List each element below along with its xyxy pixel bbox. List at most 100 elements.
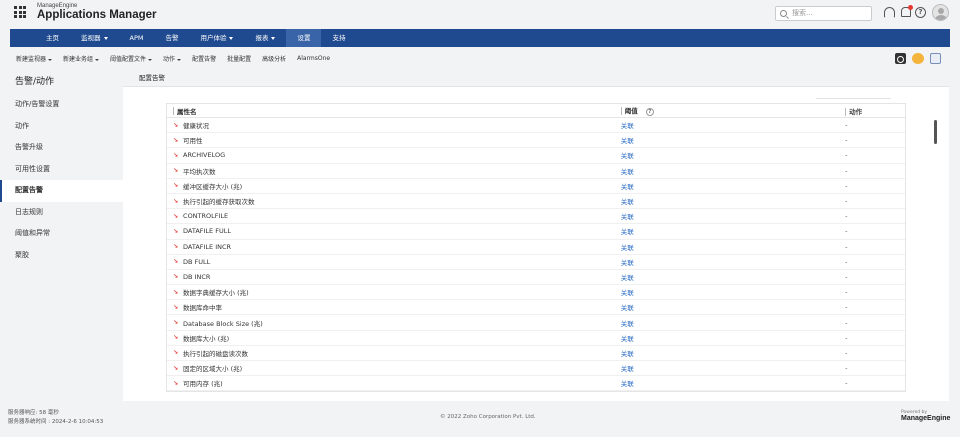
attribute-name[interactable]: CONTROLFILE: [183, 212, 228, 220]
threshold-link[interactable]: 关联: [621, 166, 845, 176]
network-icon[interactable]: [930, 53, 941, 64]
threshold-link[interactable]: 关联: [621, 333, 845, 343]
toolbar-item-3[interactable]: 动作: [163, 54, 181, 63]
nav-item-4[interactable]: 用户体验: [189, 29, 244, 47]
sidebar-item-3[interactable]: 可用性设置: [0, 159, 123, 181]
attribute-cell: ↘ DATAFILE FULL: [167, 227, 621, 235]
sidebar-item-7[interactable]: 聚胶: [0, 245, 123, 267]
palette-icon[interactable]: [912, 53, 924, 64]
toolbar-item-2[interactable]: 阈值配置文件: [110, 54, 152, 63]
attribute-name[interactable]: 数据库大小 (兆): [183, 333, 229, 343]
column-header-attribute[interactable]: 属性名: [167, 106, 621, 116]
toolbar-item-0[interactable]: 新建监视器: [16, 54, 52, 63]
attribute-cell: ↘ 执行引起的缓存获取次数: [167, 196, 621, 207]
toolbar-item-1[interactable]: 新建业务组: [63, 54, 99, 63]
column-header-threshold[interactable]: 阈值?: [620, 105, 845, 116]
sidebar-item-1[interactable]: 动作: [0, 116, 123, 138]
threshold-link[interactable]: 关联: [621, 302, 845, 312]
attribute-name[interactable]: 平均执次数: [183, 166, 216, 176]
attribute-name[interactable]: Database Block Size (兆): [183, 318, 263, 328]
threshold-link[interactable]: 关联: [621, 226, 845, 236]
headset-icon[interactable]: [884, 7, 895, 18]
threshold-link[interactable]: 关联: [621, 363, 845, 373]
vertical-scrollbar[interactable]: [934, 120, 937, 144]
search-input[interactable]: 搜索...: [775, 6, 872, 21]
attribute-cell: ↘ ARCHIVELOG: [167, 151, 621, 159]
attribute-name[interactable]: DATAFILE INCR: [183, 243, 231, 251]
sidebar-item-6[interactable]: 阈值和异常: [0, 223, 123, 245]
toolbar-item-7[interactable]: AlarmsOne: [297, 55, 330, 62]
attribute-name[interactable]: 健康状况: [183, 120, 209, 130]
divider: [816, 98, 891, 99]
sidebar-item-2[interactable]: 告警升级: [0, 137, 123, 159]
table-row: ↘ 执行引起的缓存获取次数 关联 -: [167, 194, 905, 210]
attribute-name[interactable]: 执行引起的磁盘读次数: [183, 348, 248, 358]
table-row: ↘ 数据字典缓存大小 (兆) 关联 -: [167, 285, 905, 301]
attribute-name[interactable]: DB INCR: [183, 273, 210, 281]
threshold-link[interactable]: 关联: [621, 135, 845, 145]
attribute-cell: ↘ 执行引起的磁盘读次数: [167, 348, 621, 358]
attribute-name[interactable]: 执行引起的缓存获取次数: [183, 196, 255, 206]
attribute-cell: ↘ DB INCR: [167, 273, 621, 281]
camera-icon[interactable]: [895, 53, 906, 64]
attribute-name[interactable]: 固定的区域大小 (兆): [183, 363, 242, 373]
attribute-name[interactable]: 可用性: [183, 135, 203, 145]
trend-arrow-icon: ↘: [173, 303, 179, 311]
attribute-name[interactable]: DATAFILE FULL: [183, 227, 231, 235]
nav-item-6[interactable]: 设置: [286, 29, 322, 47]
threshold-link[interactable]: 关联: [621, 318, 845, 328]
product-logo[interactable]: ManageEngine Applications Manager: [37, 3, 157, 21]
nav-item-5[interactable]: 报表: [244, 29, 286, 47]
threshold-link[interactable]: 关联: [621, 348, 845, 358]
threshold-link[interactable]: 关联: [621, 120, 845, 130]
toolbar-item-6[interactable]: 高级分析: [262, 54, 286, 63]
threshold-link[interactable]: 关联: [621, 211, 845, 221]
bell-icon[interactable]: [900, 5, 913, 18]
nav-item-7[interactable]: 支持: [321, 29, 356, 47]
trend-arrow-icon: ↘: [173, 379, 179, 387]
table-row: ↘ DB INCR 关联 -: [167, 270, 905, 286]
sidebar-item-5[interactable]: 日志规则: [0, 202, 123, 224]
toolbar-item-5[interactable]: 批量配置: [227, 54, 251, 63]
threshold-link[interactable]: 关联: [621, 378, 845, 388]
column-header-action[interactable]: 动作: [845, 106, 905, 116]
trend-arrow-icon: ↘: [173, 349, 179, 357]
attribute-cell: ↘ 数据库命中率: [167, 302, 621, 313]
sidebar-item-0[interactable]: 动作/告警设置: [0, 94, 123, 116]
app-grid-icon[interactable]: [14, 6, 26, 18]
sidebar-item-4[interactable]: 配置告警: [0, 180, 123, 202]
action-value: -: [845, 121, 848, 130]
attribute-name[interactable]: ARCHIVELOG: [183, 151, 225, 159]
attribute-name[interactable]: 缓冲区缓存大小 (兆): [183, 181, 242, 191]
nav-item-0[interactable]: 主页: [35, 29, 70, 47]
threshold-link[interactable]: 关联: [621, 181, 845, 191]
threshold-link[interactable]: 关联: [621, 272, 845, 282]
threshold-link[interactable]: 关联: [621, 196, 845, 206]
nav-item-3[interactable]: 告警: [154, 29, 189, 47]
main-nav: 主页 监视器 APM 告警 用户体验 报表 设置 支持: [10, 29, 950, 47]
action-value: -: [845, 333, 848, 342]
threshold-link[interactable]: 关联: [621, 150, 845, 160]
table-row: ↘ 可用内存 (兆) 关联 -: [167, 376, 905, 392]
toolbar-item-4[interactable]: 配置告警: [192, 54, 216, 63]
nav-item-2[interactable]: APM: [119, 29, 155, 47]
help-icon[interactable]: ?: [645, 108, 654, 116]
nav-item-1[interactable]: 监视器: [70, 29, 119, 47]
threshold-link[interactable]: 关联: [621, 242, 845, 252]
attribute-name[interactable]: DB FULL: [183, 258, 210, 266]
help-icon[interactable]: ?: [915, 7, 926, 18]
trend-arrow-icon: ↘: [173, 334, 179, 342]
trend-arrow-icon: ↘: [173, 167, 179, 175]
attribute-name[interactable]: 可用内存 (兆): [183, 378, 223, 388]
threshold-link[interactable]: 关联: [621, 257, 845, 267]
threshold-link[interactable]: 关联: [621, 287, 845, 297]
trend-arrow-icon: ↘: [173, 182, 179, 190]
attribute-name[interactable]: 数据字典缓存大小 (兆): [183, 287, 249, 297]
table-body: ↘ 健康状况 关联 - ↘ 可用性 关联 - ↘ ARCHIVELOG 关联 - ↘ 平均执次数 关联 - ↘ 缓…: [167, 118, 905, 392]
action-value: -: [845, 272, 848, 281]
avatar[interactable]: [932, 4, 949, 21]
attribute-cell: ↘ 可用性: [167, 135, 621, 146]
trend-arrow-icon: ↘: [173, 151, 179, 159]
attribute-name[interactable]: 数据库命中率: [183, 302, 222, 312]
action-value: -: [845, 151, 848, 160]
